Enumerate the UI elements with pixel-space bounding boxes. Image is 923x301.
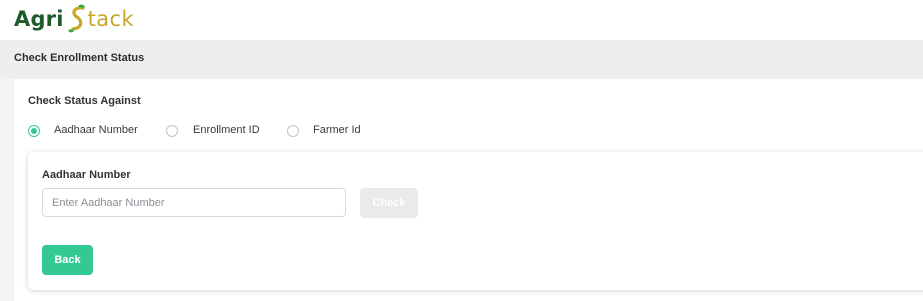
radio-enrollment-id[interactable] bbox=[166, 125, 178, 137]
back-button[interactable]: Back bbox=[42, 245, 93, 275]
radio-farmer-id[interactable] bbox=[287, 125, 299, 137]
logo-text-stack: tack bbox=[87, 7, 135, 31]
radio-aadhaar-number[interactable] bbox=[28, 125, 40, 137]
aadhaar-input-card bbox=[28, 152, 923, 290]
top-bar: Agri tack bbox=[0, 0, 923, 40]
aadhaar-number-input[interactable] bbox=[42, 188, 346, 217]
agristack-logo[interactable]: Agri tack bbox=[14, 2, 134, 36]
check-status-against-label: Check Status Against bbox=[28, 95, 141, 107]
radio-label-farmer-id[interactable]: Farmer Id bbox=[313, 124, 361, 136]
aadhaar-field-label: Aadhaar Number bbox=[42, 169, 131, 181]
logo-leaf-s-icon bbox=[67, 4, 85, 33]
radio-label-aadhaar-number[interactable]: Aadhaar Number bbox=[54, 124, 138, 136]
page-title: Check Enrollment Status bbox=[14, 52, 145, 64]
logo-text-agri: Agri bbox=[14, 7, 64, 31]
radio-label-enrollment-id[interactable]: Enrollment ID bbox=[193, 124, 260, 136]
check-button[interactable]: Check bbox=[360, 188, 418, 218]
